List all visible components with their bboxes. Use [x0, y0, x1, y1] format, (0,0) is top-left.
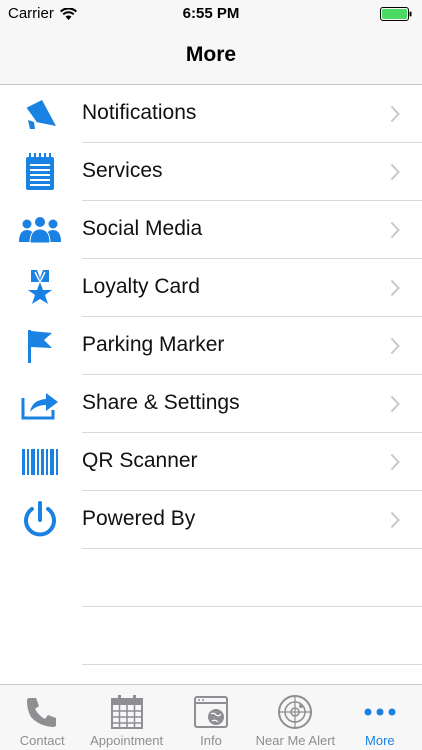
- menu-item-powered-by[interactable]: Powered By: [0, 491, 422, 549]
- menu-item-qr-scanner[interactable]: QR Scanner: [0, 433, 422, 491]
- menu-item-notifications[interactable]: Notifications: [0, 85, 422, 143]
- chevron-right-icon: [390, 395, 400, 413]
- menu-item-label: Loyalty Card: [82, 275, 200, 298]
- tab-label: Appointment: [90, 733, 164, 748]
- chevron-right-icon: [390, 221, 400, 239]
- chevron-right-icon: [390, 453, 400, 471]
- menu-item-social-media[interactable]: Social Media: [0, 201, 422, 259]
- tab-info[interactable]: Info: [169, 685, 253, 750]
- menu-item-label: Share & Settings: [82, 391, 240, 414]
- tab-label: Info: [200, 733, 222, 748]
- chevron-right-icon: [390, 163, 400, 181]
- menu-item-label: Parking Marker: [82, 333, 225, 356]
- tab-label: Contact: [19, 733, 65, 748]
- power-icon: [18, 500, 62, 540]
- chevron-right-icon: [390, 279, 400, 297]
- flag-icon: [18, 326, 62, 366]
- barcode-icon: [18, 442, 62, 482]
- empty-row: [0, 607, 422, 665]
- tab-label: Near Me Alert: [255, 733, 336, 748]
- chevron-right-icon: [390, 511, 400, 529]
- tab-bar: Contact Appointment Info Near Me Alert M…: [0, 684, 422, 750]
- menu-item-label: Powered By: [82, 507, 196, 530]
- navigation-bar: More: [0, 28, 422, 85]
- chevron-right-icon: [390, 105, 400, 123]
- tab-label: More: [365, 733, 395, 748]
- phone-icon: [22, 693, 62, 731]
- radar-icon: [275, 693, 315, 731]
- notepad-icon: [18, 152, 62, 192]
- more-dots-icon: [360, 693, 400, 731]
- medal-icon: [18, 268, 62, 308]
- globe-window-icon: [191, 693, 231, 731]
- menu-item-loyalty-card[interactable]: Loyalty Card: [0, 259, 422, 317]
- battery-icon: [380, 7, 412, 21]
- menu-item-parking-marker[interactable]: Parking Marker: [0, 317, 422, 375]
- menu-item-label: QR Scanner: [82, 449, 198, 472]
- menu-item-label: Services: [82, 159, 163, 182]
- calendar-icon: [107, 693, 147, 731]
- empty-row: [0, 549, 422, 607]
- status-time: 6:55 PM: [182, 5, 240, 22]
- row-divider: [82, 664, 422, 665]
- menu-item-label: Social Media: [82, 217, 203, 240]
- more-menu-list: Notifications Services Social Media Loya…: [0, 85, 422, 665]
- tab-near-me-alert[interactable]: Near Me Alert: [253, 685, 337, 750]
- menu-item-share-settings[interactable]: Share & Settings: [0, 375, 422, 433]
- status-bar: Carrier 6:55 PM: [0, 0, 422, 28]
- people-icon: [18, 210, 62, 250]
- share-icon: [18, 384, 62, 424]
- menu-item-services[interactable]: Services: [0, 143, 422, 201]
- megaphone-icon: [18, 94, 62, 134]
- chevron-right-icon: [390, 337, 400, 355]
- page-title: More: [185, 43, 237, 66]
- tab-appointment[interactable]: Appointment: [84, 685, 168, 750]
- tab-more[interactable]: More: [338, 685, 422, 750]
- tab-contact[interactable]: Contact: [0, 685, 84, 750]
- menu-item-label: Notifications: [82, 101, 197, 124]
